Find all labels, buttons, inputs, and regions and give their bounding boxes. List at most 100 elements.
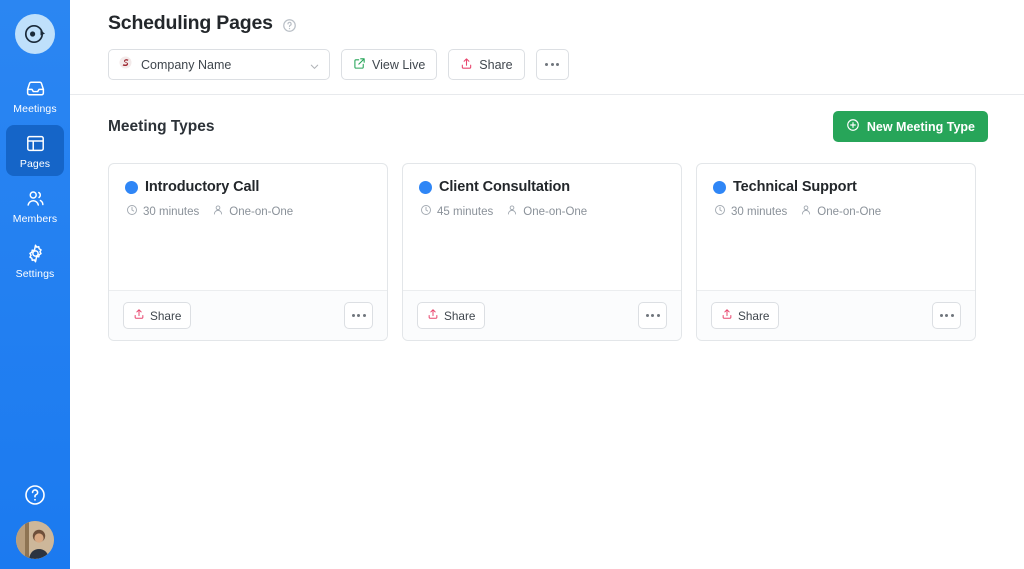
org-select[interactable]: Company Name xyxy=(108,49,330,80)
card-attendee-type: One-on-One xyxy=(212,204,293,219)
users-icon xyxy=(25,187,46,209)
share-upload-icon xyxy=(460,57,473,73)
sidebar-bottom xyxy=(0,483,70,559)
gear-icon xyxy=(25,242,46,264)
clock-icon xyxy=(126,204,138,219)
ellipsis-icon xyxy=(545,63,560,66)
card-more-button[interactable] xyxy=(932,302,961,329)
inbox-icon xyxy=(25,77,46,99)
card-duration: 30 minutes xyxy=(714,204,787,219)
app-logo-icon[interactable] xyxy=(15,14,55,54)
card-more-button[interactable] xyxy=(638,302,667,329)
topbar: Scheduling Pages Company Name View Live … xyxy=(70,0,1024,94)
card-title-row: Client Consultation xyxy=(419,179,665,195)
card-meta-row: 30 minutes One-on-One xyxy=(713,204,959,219)
sidebar-item-settings[interactable]: Settings xyxy=(6,235,64,286)
ellipsis-icon xyxy=(351,314,366,317)
card-duration-label: 30 minutes xyxy=(143,205,200,218)
sidebar: Meetings Pages Members Settings xyxy=(0,0,70,569)
card-meta-row: 30 minutes One-on-One xyxy=(125,204,371,219)
card-share-button[interactable]: Share xyxy=(417,302,486,329)
new-meeting-type-button[interactable]: New Meeting Type xyxy=(832,111,988,142)
clock-icon xyxy=(714,204,726,219)
new-meeting-type-label: New Meeting Type xyxy=(866,119,975,134)
sidebar-item-pages[interactable]: Pages xyxy=(6,125,64,176)
main-content: Scheduling Pages Company Name View Live … xyxy=(70,0,1024,569)
sidebar-item-label: Meetings xyxy=(13,103,57,115)
color-dot xyxy=(713,180,726,194)
card-attendee-type: One-on-One xyxy=(800,204,881,219)
sidebar-item-label: Members xyxy=(12,213,58,225)
share-upload-icon xyxy=(427,308,439,323)
sidebar-item-members[interactable]: Members xyxy=(6,180,64,231)
card-footer: Share xyxy=(109,290,387,340)
view-live-label: View Live xyxy=(372,57,426,72)
color-dot xyxy=(125,180,138,194)
card-attendee-label: One-on-One xyxy=(229,205,294,218)
card-footer: Share xyxy=(403,290,681,340)
card-meta-row: 45 minutes One-on-One xyxy=(419,204,665,219)
help-circle-icon[interactable] xyxy=(282,18,297,33)
card-share-label: Share xyxy=(150,308,182,323)
share-upload-icon xyxy=(721,308,733,323)
card-share-label: Share xyxy=(444,308,476,323)
card-share-button[interactable]: Share xyxy=(123,302,192,329)
page-title-row: Scheduling Pages xyxy=(108,12,1000,35)
card-duration: 30 minutes xyxy=(126,204,199,219)
card-more-button[interactable] xyxy=(344,302,373,329)
card-share-label: Share xyxy=(738,308,770,323)
card-share-button[interactable]: Share xyxy=(711,302,780,329)
avatar-photo xyxy=(16,521,54,559)
meeting-type-card[interactable]: Technical Support 30 minutes One-on-One … xyxy=(696,163,976,341)
color-dot xyxy=(419,180,432,194)
card-title: Technical Support xyxy=(733,179,857,195)
card-body: Technical Support 30 minutes One-on-One xyxy=(697,164,975,290)
card-title-row: Introductory Call xyxy=(125,179,371,195)
share-label: Share xyxy=(479,57,513,72)
company-s-logo-icon xyxy=(118,55,133,75)
app-root: Meetings Pages Members Settings Scheduli… xyxy=(0,0,1024,569)
clock-icon xyxy=(420,204,432,219)
card-duration-label: 30 minutes xyxy=(731,205,788,218)
company-s-logo-glyph xyxy=(119,56,132,68)
ellipsis-icon xyxy=(939,314,954,317)
plus-circle-icon xyxy=(846,118,860,135)
section-header: Meeting Types New Meeting Type xyxy=(108,111,988,142)
meeting-type-card[interactable]: Introductory Call 30 minutes One-on-One … xyxy=(108,163,388,341)
card-title: Introductory Call xyxy=(145,179,260,195)
person-icon xyxy=(800,204,812,219)
sidebar-item-label: Pages xyxy=(19,158,51,170)
sidebar-item-meetings[interactable]: Meetings xyxy=(6,70,64,121)
section-title: Meeting Types xyxy=(108,117,215,135)
view-live-button[interactable]: View Live xyxy=(341,49,438,80)
card-duration: 45 minutes xyxy=(420,204,493,219)
chevron-down-icon xyxy=(309,59,320,70)
card-duration-label: 45 minutes xyxy=(437,205,494,218)
ellipsis-icon xyxy=(645,314,660,317)
person-icon xyxy=(212,204,224,219)
card-body: Introductory Call 30 minutes One-on-One xyxy=(109,164,387,290)
meeting-type-card[interactable]: Client Consultation 45 minutes One-on-On… xyxy=(402,163,682,341)
card-attendee-type: One-on-One xyxy=(506,204,587,219)
share-upload-icon xyxy=(133,308,145,323)
meeting-types-section: Meeting Types New Meeting Type Introduct… xyxy=(70,95,1024,341)
share-button[interactable]: Share xyxy=(448,49,525,80)
card-title: Client Consultation xyxy=(439,179,571,195)
avatar[interactable] xyxy=(16,521,54,559)
meeting-type-card-list: Introductory Call 30 minutes One-on-One … xyxy=(108,163,988,341)
card-attendee-label: One-on-One xyxy=(817,205,882,218)
person-icon xyxy=(506,204,518,219)
page-title: Scheduling Pages xyxy=(108,12,273,34)
external-link-icon xyxy=(353,57,366,73)
card-footer: Share xyxy=(697,290,975,340)
pages-layout-icon xyxy=(25,132,46,154)
more-options-button[interactable] xyxy=(535,49,569,80)
help-circle-icon[interactable] xyxy=(23,483,47,507)
app-logo-glyph xyxy=(24,24,45,44)
org-select-value: Company Name xyxy=(141,57,232,72)
card-title-row: Technical Support xyxy=(713,179,959,195)
card-body: Client Consultation 45 minutes One-on-On… xyxy=(403,164,681,290)
card-attendee-label: One-on-One xyxy=(523,205,588,218)
toolbar: Company Name View Live Share xyxy=(108,49,1000,94)
sidebar-item-label: Settings xyxy=(15,268,55,280)
